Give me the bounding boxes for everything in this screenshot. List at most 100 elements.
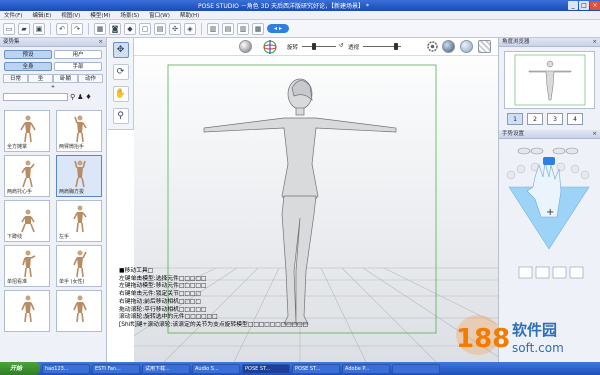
help-line: 滚动滚轮:旋转选中的元件□□□□□□ xyxy=(119,314,218,321)
pose-thumbnail[interactable]: 两臂微抬手 xyxy=(56,110,102,152)
rotate-slider[interactable] xyxy=(302,46,336,47)
grid-icon[interactable]: ▤ xyxy=(154,22,166,35)
panel-close-icon[interactable]: × xyxy=(592,130,597,139)
pan-camera-icon[interactable]: ✋ xyxy=(112,86,129,102)
pose-thumbnail[interactable] xyxy=(4,290,50,332)
tag-icon[interactable]: ♦ xyxy=(85,93,91,101)
pose-thumbnail-selected[interactable]: 两肩胸方拔 xyxy=(56,155,102,197)
angle-browser-title: 角度浏览器 xyxy=(502,39,530,45)
image-icon[interactable]: ▦ xyxy=(94,22,106,35)
window-layout-2-icon[interactable]: ▤ xyxy=(222,22,234,35)
window-layout-3-icon[interactable]: ▥ xyxy=(237,22,249,35)
window-layout-4-icon[interactable]: ▦ xyxy=(252,22,264,35)
tab-full-body[interactable]: 全身 xyxy=(4,62,52,71)
taskbar-item[interactable]: hao123... xyxy=(42,363,90,374)
taskbar-item[interactable]: POSE ST... xyxy=(292,363,340,374)
hand-pose-editor[interactable]: + xyxy=(499,139,600,299)
menu-edit[interactable]: 编辑(E) xyxy=(32,11,51,19)
texture-icon[interactable] xyxy=(478,40,491,53)
close-button[interactable]: × xyxy=(590,1,600,10)
minimize-button[interactable]: _ xyxy=(568,1,578,10)
opacity-slider-knob[interactable] xyxy=(394,43,398,50)
tab-preset[interactable]: 预设 xyxy=(4,50,52,59)
menu-window[interactable]: 窗口(W) xyxy=(149,11,170,19)
watermark-cn: 软件园 xyxy=(512,321,557,339)
category-sit[interactable]: 坐 xyxy=(28,74,53,83)
separator xyxy=(88,22,89,35)
light-sphere-icon[interactable] xyxy=(239,40,252,53)
gear-icon[interactable] xyxy=(426,40,439,53)
pose-figure-icon xyxy=(21,209,35,233)
start-button[interactable]: 开始 xyxy=(0,362,40,375)
move-tool-icon[interactable]: ✥ xyxy=(112,42,129,58)
taskbar-item[interactable]: ESTI Fan... xyxy=(92,363,140,374)
add-category-button[interactable]: + xyxy=(0,83,106,90)
pose-thumbnail[interactable]: 单招看准 xyxy=(4,245,50,287)
panel-close-icon[interactable]: × xyxy=(592,38,597,47)
axis-icon[interactable]: ✣ xyxy=(169,22,181,35)
pose-label: 两肩胸方拔 xyxy=(59,189,85,195)
open-folder-icon[interactable]: ▰ xyxy=(18,22,30,35)
wire-sphere-icon[interactable] xyxy=(460,40,473,53)
redo-icon[interactable]: ↷ xyxy=(71,22,83,35)
pose-thumbnail[interactable]: 单手 (女性) xyxy=(56,245,102,287)
mannequin-neck xyxy=(295,107,305,116)
watermark-url: soft.com xyxy=(512,341,564,355)
separator xyxy=(50,22,51,35)
taskbar-item[interactable]: Audio S... xyxy=(192,363,240,374)
toggle-panel-button[interactable]: ◂ ▸ xyxy=(267,24,289,33)
person-icon[interactable]: ♟ xyxy=(77,93,83,101)
category-action[interactable]: 动作 xyxy=(78,74,103,83)
panel-close-icon[interactable]: × xyxy=(98,38,103,47)
frame-icon[interactable]: ▢ xyxy=(139,22,151,35)
preview-figure xyxy=(514,54,586,106)
save-icon[interactable]: ▣ xyxy=(33,22,45,35)
view-button-4[interactable]: 4 xyxy=(567,113,583,125)
maximize-button[interactable]: □ xyxy=(579,1,589,10)
pose-thumbnail[interactable]: 两肩托心手 xyxy=(4,155,50,197)
new-file-icon[interactable]: ▭ xyxy=(3,22,15,35)
menu-help[interactable]: 帮助(H) xyxy=(180,11,199,19)
menu-scene[interactable]: 场景(S) xyxy=(120,11,139,19)
view-button-1[interactable]: 1 xyxy=(507,113,523,125)
rotate-ccw-icon[interactable]: ↺ xyxy=(339,43,344,49)
window-layout-1-icon[interactable]: ▥ xyxy=(207,22,219,35)
help-line: [Shift]键+滚动滚轮:该滚定的关节为支点旋转模型□□□□□□□□□□□ xyxy=(119,321,309,328)
lock-icon[interactable]: ⚲ xyxy=(70,93,75,101)
rotate-slider-knob[interactable] xyxy=(312,43,316,50)
camera-icon[interactable]: ◙ xyxy=(109,22,121,35)
pose-figure-icon xyxy=(22,250,36,278)
zoom-camera-icon[interactable]: ⚲ xyxy=(112,108,129,124)
taskbar-item[interactable] xyxy=(392,363,440,374)
mannequin-torso-arms xyxy=(203,117,397,207)
pose-thumbnail-grid: 全方摊掌 两臂微抬手 两肩托心手 两肩胸方拔 下蹲线 左手 单招看准 单手 (女… xyxy=(0,104,106,338)
angle-preview[interactable] xyxy=(504,51,595,109)
tab-user[interactable]: 用户 xyxy=(54,50,102,59)
category-lying[interactable]: 卧躺 xyxy=(53,74,78,83)
shape-icon[interactable]: ◆ xyxy=(124,22,136,35)
pose-thumbnail[interactable]: 左手 xyxy=(56,200,102,242)
shaded-sphere-icon[interactable] xyxy=(442,40,455,53)
rotate-camera-icon[interactable]: ⟳ xyxy=(112,64,129,80)
taskbar-item[interactable]: Adobe P... xyxy=(342,363,390,374)
pose-figure-icon xyxy=(74,115,87,143)
taskbar-item-active[interactable]: POSE ST... xyxy=(242,363,290,374)
main-toolbar: ▭ ▰ ▣ ↶ ↷ ▦ ◙ ◆ ▢ ▤ ✣ ◈ ▥ ▤ ▥ ▦ ◂ ▸ xyxy=(0,20,600,38)
category-daily[interactable]: 日常 xyxy=(3,74,28,83)
taskbar-item[interactable]: 试用下载... xyxy=(142,363,190,374)
pose-thumbnail[interactable]: 全方摊掌 xyxy=(4,110,50,152)
search-input[interactable] xyxy=(3,93,68,101)
pose-thumbnail[interactable] xyxy=(56,290,102,332)
gizmo-icon[interactable] xyxy=(262,39,278,55)
tab-hand[interactable]: 手部 xyxy=(54,62,102,71)
rotate-label: 旋转 xyxy=(287,45,299,51)
color-icon[interactable]: ◈ xyxy=(184,22,196,35)
menu-model[interactable]: 模型(M) xyxy=(90,11,110,19)
undo-icon[interactable]: ↶ xyxy=(56,22,68,35)
view-button-2[interactable]: 2 xyxy=(527,113,543,125)
menu-view[interactable]: 视图(V) xyxy=(61,11,80,19)
pose-label: 左手 xyxy=(59,234,70,240)
menu-file[interactable]: 文件(F) xyxy=(4,11,22,19)
pose-thumbnail[interactable]: 下蹲线 xyxy=(4,200,50,242)
view-button-3[interactable]: 3 xyxy=(547,113,563,125)
